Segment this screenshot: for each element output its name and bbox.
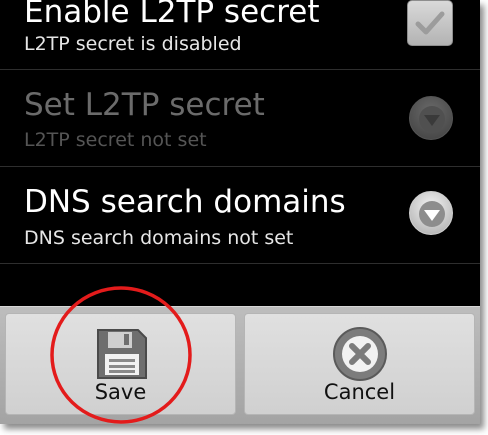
save-label: Save xyxy=(94,380,147,404)
checkbox-icon[interactable] xyxy=(407,0,453,46)
save-button[interactable]: Save xyxy=(5,313,236,415)
cancel-x-icon xyxy=(333,327,387,381)
button-bar: Save Cancel xyxy=(0,306,480,424)
chevron-down-icon[interactable] xyxy=(409,191,453,235)
cancel-button[interactable]: Cancel xyxy=(244,313,475,415)
pref-summary: DNS search domains not set xyxy=(24,227,294,249)
pref-title: DNS search domains xyxy=(24,184,346,220)
pref-title: Set L2TP secret xyxy=(24,87,265,123)
pref-set-l2tp-secret: Set L2TP secret L2TP secret not set xyxy=(0,70,480,167)
cancel-label: Cancel xyxy=(323,380,396,404)
vpn-settings-screen: Enable L2TP secret L2TP secret is disabl… xyxy=(0,0,480,424)
floppy-disk-icon xyxy=(97,329,147,379)
chevron-down-icon xyxy=(409,96,453,140)
pref-summary: L2TP secret not set xyxy=(24,129,207,151)
pref-title: Enable L2TP secret xyxy=(24,0,320,30)
pref-dns-search-domains[interactable]: DNS search domains DNS search domains no… xyxy=(0,167,480,264)
pref-summary: L2TP secret is disabled xyxy=(24,33,242,55)
pref-enable-l2tp-secret[interactable]: Enable L2TP secret L2TP secret is disabl… xyxy=(0,0,480,70)
